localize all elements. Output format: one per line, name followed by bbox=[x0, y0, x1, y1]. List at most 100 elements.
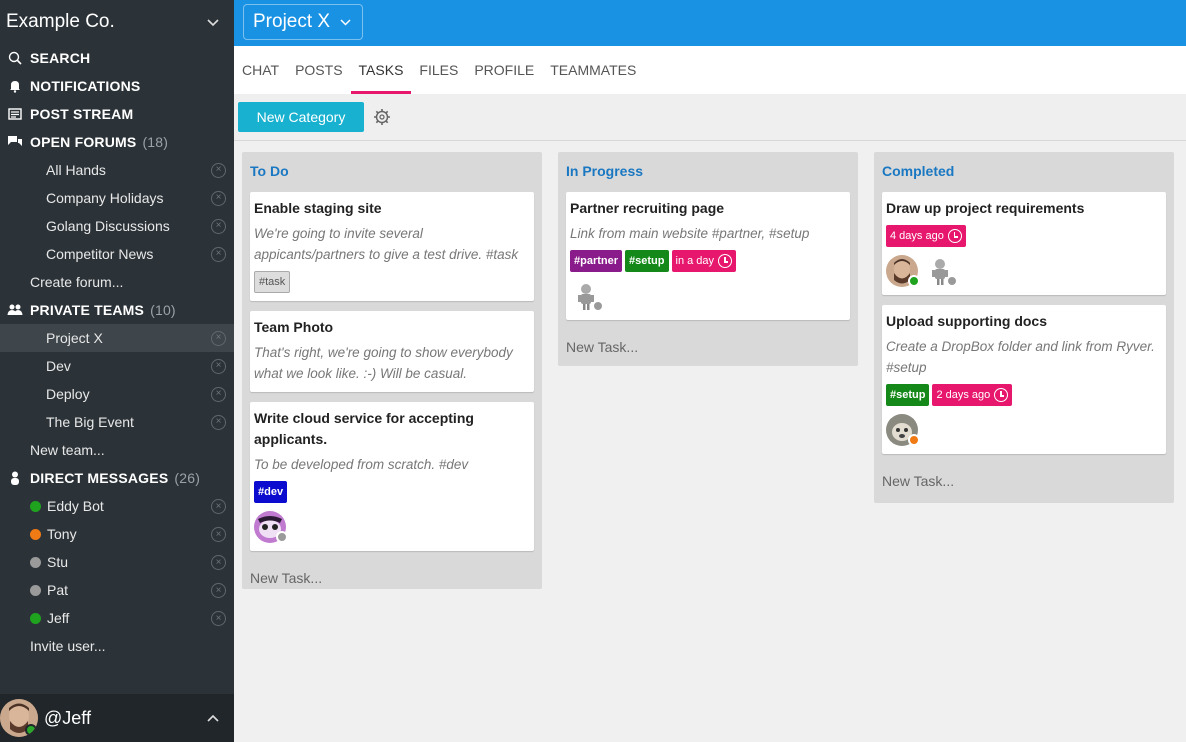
tag-badge[interactable]: #dev bbox=[254, 481, 288, 503]
dm-item[interactable]: Eddy Bot × bbox=[0, 492, 234, 520]
forum-item-label: Company Holidays bbox=[46, 190, 164, 206]
tab-posts[interactable]: POSTS bbox=[295, 46, 342, 94]
create-forum-link[interactable]: Create forum... bbox=[0, 268, 234, 296]
new-task-link[interactable]: New Task... bbox=[558, 330, 858, 364]
task-column-in-progress: In Progress Partner recruiting page Link… bbox=[558, 152, 858, 366]
due-label: 2 days ago bbox=[936, 389, 991, 401]
invite-user-link[interactable]: Invite user... bbox=[0, 632, 234, 660]
status-dot bbox=[946, 275, 958, 287]
dm-item-label: Pat bbox=[47, 582, 69, 598]
org-switcher[interactable]: Example Co. bbox=[0, 0, 234, 44]
close-icon[interactable]: × bbox=[211, 554, 226, 570]
forum-item[interactable]: Company Holidays × bbox=[0, 184, 234, 212]
tag-badge[interactable]: #task bbox=[254, 271, 291, 293]
task-description: Link from main website #partner, #setup bbox=[570, 226, 810, 241]
task-card[interactable]: Draw up project requirements 4 days ago bbox=[882, 192, 1166, 295]
task-description: That's right, we're going to show everyb… bbox=[254, 345, 513, 381]
dm-item-label: Tony bbox=[47, 526, 77, 542]
tab-chat[interactable]: CHAT bbox=[242, 46, 279, 94]
newspaper-icon bbox=[6, 107, 24, 121]
task-title: Team Photo bbox=[254, 319, 334, 335]
dm-item[interactable]: Stu × bbox=[0, 548, 234, 576]
team-item-label: Dev bbox=[46, 358, 71, 374]
forum-item-label: All Hands bbox=[46, 162, 106, 178]
task-card[interactable]: Partner recruiting page Link from main w… bbox=[566, 192, 850, 320]
current-user-bar[interactable]: @Jeff bbox=[0, 694, 234, 742]
open-forums-count: (18) bbox=[142, 134, 169, 150]
close-icon[interactable]: × bbox=[211, 358, 226, 374]
task-title: Partner recruiting page bbox=[570, 200, 725, 216]
gear-icon[interactable] bbox=[373, 108, 391, 126]
tab-teammates[interactable]: TEAMMATES bbox=[550, 46, 636, 94]
nav-direct-messages[interactable]: DIRECT MESSAGES (26) bbox=[0, 464, 234, 492]
task-card[interactable]: Enable staging site We're going to invit… bbox=[250, 192, 534, 301]
due-badge: 4 days ago bbox=[886, 225, 966, 247]
team-icon bbox=[6, 303, 24, 317]
close-icon[interactable]: × bbox=[211, 414, 226, 430]
team-item-selected[interactable]: Project X × bbox=[0, 324, 234, 352]
tab-tasks[interactable]: TASKS bbox=[350, 46, 412, 94]
task-toolbar: New Category bbox=[234, 94, 1186, 141]
close-icon[interactable]: × bbox=[211, 610, 226, 626]
nav-private-teams[interactable]: PRIVATE TEAMS (10) bbox=[0, 296, 234, 324]
person-icon bbox=[6, 471, 24, 485]
status-dot bbox=[276, 531, 288, 543]
tag-badge[interactable]: #setup bbox=[625, 250, 669, 272]
tag-badge[interactable]: #setup bbox=[886, 384, 930, 406]
forum-item[interactable]: Competitor News × bbox=[0, 240, 234, 268]
avatar bbox=[924, 255, 958, 287]
nav-post-stream[interactable]: POST STREAM bbox=[0, 100, 234, 128]
task-card[interactable]: Write cloud service for accepting applic… bbox=[250, 402, 534, 551]
nav-search-label: SEARCH bbox=[30, 50, 91, 66]
dm-item[interactable]: Jeff × bbox=[0, 604, 234, 632]
task-card[interactable]: Team Photo That's right, we're going to … bbox=[250, 311, 534, 392]
org-name: Example Co. bbox=[6, 11, 115, 32]
close-icon[interactable]: × bbox=[211, 526, 226, 542]
avatar bbox=[570, 280, 604, 312]
status-dot bbox=[30, 584, 41, 596]
forum-item[interactable]: Golang Discussions × bbox=[0, 212, 234, 240]
new-task-link[interactable]: New Task... bbox=[242, 561, 542, 595]
status-dot bbox=[30, 500, 41, 512]
close-icon[interactable]: × bbox=[211, 330, 226, 346]
task-description: Create a DropBox folder and link from Ry… bbox=[886, 339, 1155, 375]
close-icon[interactable]: × bbox=[211, 190, 226, 206]
status-dot bbox=[592, 300, 604, 312]
task-title: Enable staging site bbox=[254, 200, 382, 216]
column-title: In Progress bbox=[566, 163, 644, 179]
new-category-button[interactable]: New Category bbox=[238, 102, 364, 132]
team-item[interactable]: Dev × bbox=[0, 352, 234, 380]
avatar bbox=[254, 511, 288, 543]
close-icon[interactable]: × bbox=[211, 582, 226, 598]
forum-item[interactable]: All Hands × bbox=[0, 156, 234, 184]
close-icon[interactable]: × bbox=[211, 162, 226, 178]
dm-item[interactable]: Pat × bbox=[0, 576, 234, 604]
column-title: Completed bbox=[882, 163, 955, 179]
nav-private-teams-label: PRIVATE TEAMS bbox=[30, 302, 145, 318]
user-handle: @Jeff bbox=[44, 707, 91, 728]
search-icon bbox=[6, 51, 24, 65]
dm-item-label: Eddy Bot bbox=[47, 498, 104, 514]
new-team-link[interactable]: New team... bbox=[0, 436, 234, 464]
tab-profile[interactable]: PROFILE bbox=[474, 46, 534, 94]
tag-badge[interactable]: #partner bbox=[570, 250, 623, 272]
task-title: Draw up project requirements bbox=[886, 200, 1085, 216]
tab-files[interactable]: FILES bbox=[419, 46, 458, 94]
close-icon[interactable]: × bbox=[211, 218, 226, 234]
forum-item-label: Competitor News bbox=[46, 246, 154, 262]
task-card[interactable]: Upload supporting docs Create a DropBox … bbox=[882, 305, 1166, 454]
nav-notifications[interactable]: NOTIFICATIONS bbox=[0, 72, 234, 100]
close-icon[interactable]: × bbox=[211, 246, 226, 262]
new-task-link[interactable]: New Task... bbox=[874, 464, 1174, 498]
nav-open-forums-label: OPEN FORUMS bbox=[30, 134, 137, 150]
team-item[interactable]: The Big Event × bbox=[0, 408, 234, 436]
close-icon[interactable]: × bbox=[211, 498, 226, 514]
team-item[interactable]: Deploy × bbox=[0, 380, 234, 408]
nav-search[interactable]: SEARCH bbox=[0, 44, 234, 72]
close-icon[interactable]: × bbox=[211, 386, 226, 402]
project-switcher[interactable]: Project X bbox=[243, 4, 363, 40]
task-column-completed: Completed Draw up project requirements 4… bbox=[874, 152, 1174, 503]
chevron-up-icon[interactable] bbox=[198, 709, 228, 727]
nav-open-forums[interactable]: OPEN FORUMS (18) bbox=[0, 128, 234, 156]
dm-item[interactable]: Tony × bbox=[0, 520, 234, 548]
